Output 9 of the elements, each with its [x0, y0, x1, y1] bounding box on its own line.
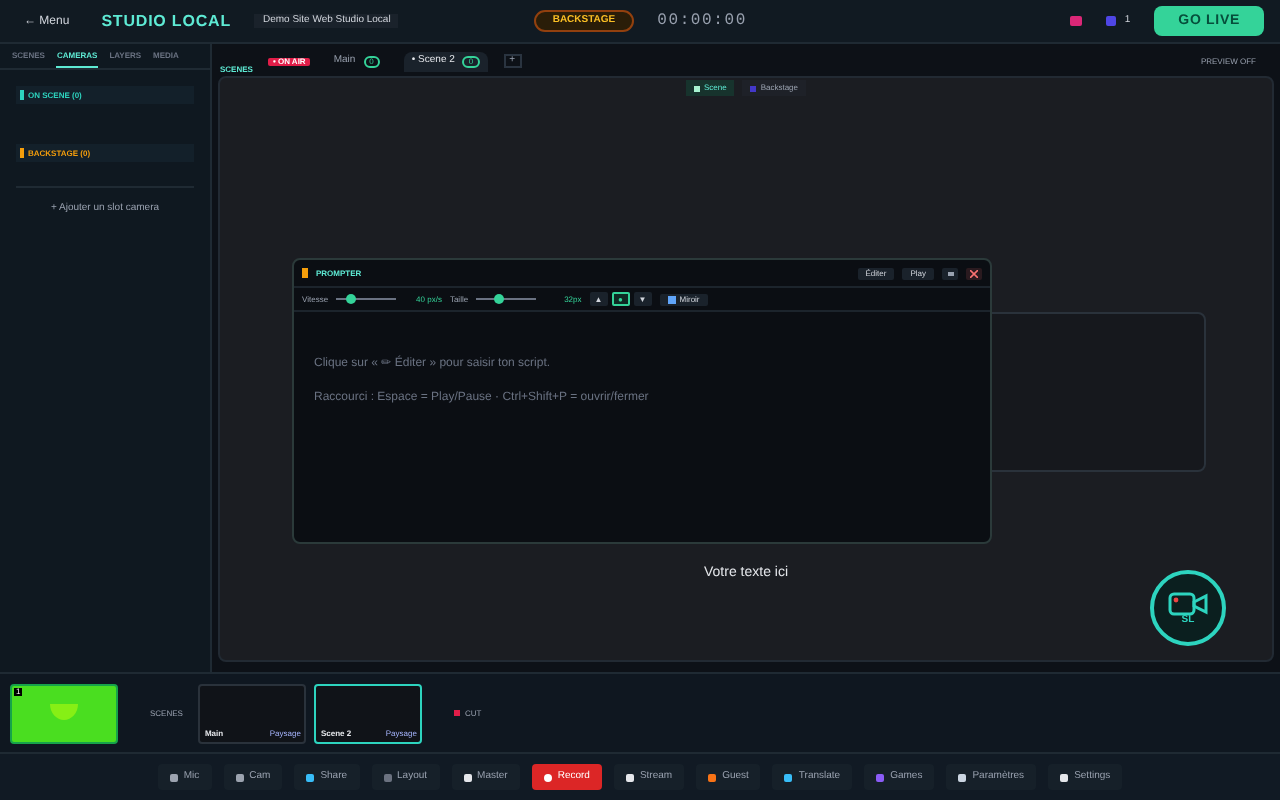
- minimize-icon[interactable]: [942, 267, 958, 279]
- close-icon[interactable]: [966, 267, 982, 279]
- prompter-icon: [302, 268, 308, 278]
- speed-thumb[interactable]: [346, 294, 357, 304]
- size-thumb[interactable]: [493, 294, 504, 304]
- video-camera-icon: [1168, 591, 1208, 615]
- timer: 00:00:00: [657, 13, 747, 29]
- app-title: STUDIO LOCAL: [101, 13, 231, 29]
- mirror-checkbox[interactable]: [667, 295, 676, 303]
